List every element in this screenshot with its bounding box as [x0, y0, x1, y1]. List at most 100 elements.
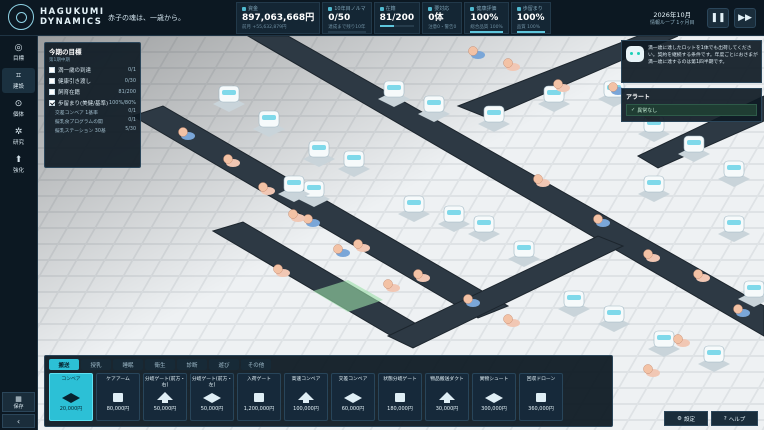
objective-label: 満一歳の到達: [58, 68, 92, 74]
help-label: ヘルプ: [728, 416, 746, 423]
build-tab-6[interactable]: その他: [241, 359, 271, 370]
build-icon: ⌗: [15, 71, 22, 81]
stat-progress-bar: [328, 31, 366, 33]
objective-list: 満一歳の到達 0/1 健康引き渡し 0/30 飼育在籍 81/200 歩留まり(美健/基準)…: [49, 66, 136, 107]
stat-progress-bar: [379, 25, 415, 27]
stat-label: 健康評価: [476, 6, 497, 12]
care-icon: ⊙: [14, 99, 23, 109]
build-card-price: 30,000円: [435, 406, 459, 412]
sub-objective-value: 0/1: [128, 118, 136, 123]
build-tab-2[interactable]: 睡眠: [113, 359, 143, 370]
stat-value: 0体: [428, 13, 444, 23]
alerts-title: アラート: [626, 94, 651, 101]
stat-sub: 品質 100%: [516, 25, 541, 30]
stat-value: 81/200: [379, 13, 415, 23]
objective-item: 歩留まり(美健/基準) 100%/80%: [49, 99, 136, 107]
sub-objective-label: 交差コンベア 1基率: [55, 111, 98, 116]
chute-icon: [485, 393, 503, 403]
nav-item-care[interactable]: ⊙ 個体: [2, 96, 35, 121]
build-card-0[interactable]: コンベア 20,000円: [49, 373, 93, 421]
build-card-price: 300,000円: [481, 406, 507, 412]
nav-item-label: 研究: [12, 140, 24, 146]
sub-objective-value: 5/30: [125, 127, 136, 132]
build-card-price: 80,000円: [106, 406, 130, 412]
care-arm-icon: [113, 393, 123, 402]
build-tab-5[interactable]: 遊び: [209, 359, 239, 370]
stat-progress-bar: [516, 31, 545, 33]
date-main: 2026年10月: [653, 11, 692, 19]
build-tab-3[interactable]: 衛生: [145, 359, 175, 370]
stat-5[interactable]: 歩留まり 100% 品質 100%: [510, 2, 551, 34]
help-icon: ?: [723, 415, 727, 422]
gear-icon: ⚙: [677, 415, 682, 422]
sub-objective-item: 擬乳ステーション 30基 5/30: [49, 127, 136, 134]
sub-objective-value: 0/1: [128, 109, 136, 114]
build-card-4[interactable]: 入荷ゲート 1,200,000円: [237, 373, 281, 421]
sub-objective-item: 交差コンベア 1基率 0/1: [49, 109, 136, 116]
build-card-2[interactable]: 分岐ゲート(前方・右) 50,000円: [143, 373, 187, 421]
save-button[interactable]: ▦ 保存: [2, 392, 35, 412]
stat-label: 資金: [248, 6, 259, 12]
build-card-price: 1,200,000円: [243, 406, 275, 412]
stat-4[interactable]: 健康評価 100% 総合品質 100%: [464, 2, 509, 34]
stat-sub: 達成まで残り10年: [328, 25, 366, 30]
stat-3[interactable]: 要対応 0体 注意0・警告0: [422, 2, 463, 34]
upgrade-icon: ⬆: [14, 155, 23, 165]
build-tab-0[interactable]: 搬送: [49, 359, 79, 370]
notice-text: 満一歳に達したロットを1体でも出荷してください。契約を継続する条件です。年度ごと…: [648, 46, 758, 65]
stat-progress-bar: [470, 31, 503, 33]
build-tab-1[interactable]: 授乳: [81, 359, 111, 370]
help-button[interactable]: ? ヘルプ: [711, 411, 758, 426]
nav-item-goals[interactable]: ◎ 目標: [2, 40, 35, 65]
build-cards: コンベア 20,000円 ケアアーム 80,000円 分岐ゲート(前方・右) 50,000…: [49, 373, 563, 421]
objective-value: 100%/80%: [108, 100, 136, 106]
collapse-button[interactable]: ‹: [2, 414, 35, 428]
pause-icon: ❚❚: [710, 13, 726, 23]
build-card-name: 入荷ゲート: [247, 377, 271, 382]
nav-item-build[interactable]: ⌗ 建設: [2, 68, 35, 93]
stat-0[interactable]: 資金 897,063,668円 前月 +55,632,879円: [236, 2, 321, 34]
check-icon: ✓: [631, 107, 636, 113]
build-card-price: 180,000円: [387, 406, 413, 412]
pause-button[interactable]: ❚❚: [707, 8, 729, 28]
stat-1[interactable]: 10年目ノルマ 0/50 達成まで残り10年: [322, 2, 372, 34]
nav-item-research[interactable]: ✲ 研究: [2, 124, 35, 149]
sub-objective-label: 擬乳ステーション 30基: [55, 129, 106, 134]
branch-gate-left-icon: [203, 393, 221, 403]
top-bar: HAGUKUMI DYNAMICS 赤子の魂は、一歳から。 資金 897,063,…: [0, 0, 764, 36]
build-card-10[interactable]: 回収ドローン 360,000円: [519, 373, 563, 421]
save-icon: ▦: [15, 394, 22, 403]
stat-2[interactable]: 在籍 81/200: [373, 2, 421, 34]
build-card-name: コンベア: [61, 377, 81, 382]
brand-logo-icon: [8, 4, 34, 30]
state-gate-icon: [395, 393, 405, 402]
build-card-1[interactable]: ケアアーム 80,000円: [96, 373, 140, 421]
stat-label: 在籍: [385, 6, 396, 12]
alert-item[interactable]: ✓ 異常なし: [626, 104, 757, 116]
nav-item-upgrade[interactable]: ⬆ 強化: [2, 152, 35, 177]
objective-item: 健康引き渡し 0/30: [49, 77, 136, 85]
build-card-name: 分岐ゲート(前方・左): [191, 377, 233, 388]
nav-item-label: 強化: [12, 168, 24, 174]
stat-label: 歩留まり: [522, 6, 543, 12]
build-card-6[interactable]: 交差コンベア 60,000円: [331, 373, 375, 421]
save-label: 保存: [13, 403, 24, 410]
left-nav: ◎ 目標 ⌗ 建設 ⊙ 個体 ✲ 研究 ⬆ 強化: [0, 36, 38, 430]
settings-button[interactable]: ⚙ 設定: [664, 411, 708, 426]
build-card-8[interactable]: 物品搬送ダクト 30,000円: [425, 373, 469, 421]
yen-icon: [242, 6, 246, 11]
objectives-title: 今期の目標: [49, 48, 82, 56]
brand-name-line1: HAGUKUMI: [40, 7, 105, 17]
build-card-5[interactable]: 高速コンベア 100,000円: [284, 373, 328, 421]
nav-item-label: 個体: [12, 112, 24, 118]
build-card-9[interactable]: 異物シュート 300,000円: [472, 373, 516, 421]
fast-forward-button[interactable]: ▶▶: [734, 8, 756, 28]
stat-sub: 前月 +55,632,879円: [242, 25, 287, 30]
build-card-3[interactable]: 分岐ゲート(前方・左) 50,000円: [190, 373, 234, 421]
objective-value: 81/200: [118, 89, 136, 95]
build-card-7[interactable]: 状態分岐ゲート 180,000円: [378, 373, 422, 421]
checkbox-icon: [49, 78, 55, 84]
build-tab-4[interactable]: 診断: [177, 359, 207, 370]
build-tabs: 搬送 授乳 睡眠 衛生 診断 遊び その他: [49, 359, 271, 370]
stat-progress-fill: [470, 31, 503, 33]
